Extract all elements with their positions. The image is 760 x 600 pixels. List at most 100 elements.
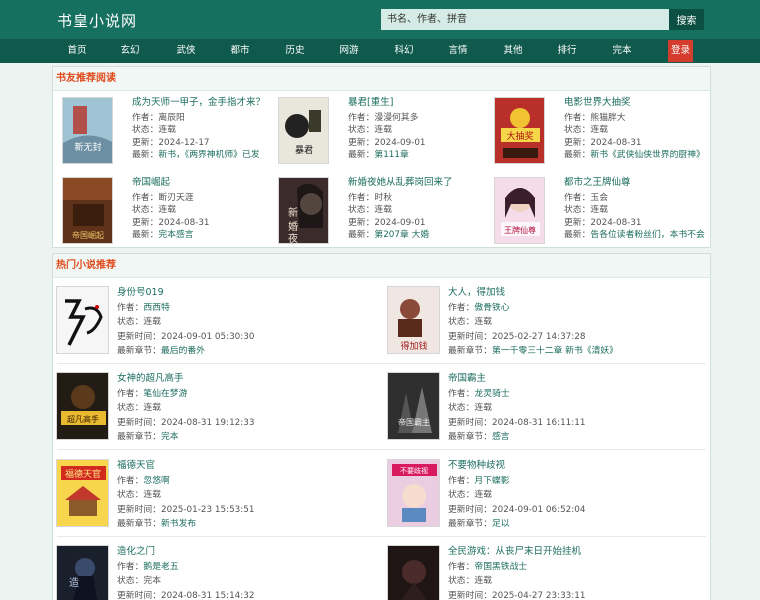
svg-text:得加钱: 得加钱 bbox=[400, 340, 427, 352]
book-author[interactable]: 西西特 bbox=[143, 303, 169, 313]
book-latest-chapter[interactable]: 最后的番外 bbox=[161, 346, 205, 356]
book-latest-chapter[interactable]: 告各位读者粉丝们，本书不会 bbox=[590, 230, 704, 240]
update-label: 更新： bbox=[564, 217, 591, 228]
status-label: 状态： bbox=[564, 205, 591, 215]
book-status: 连载 bbox=[143, 490, 162, 501]
book-cover[interactable]: 大抽奖 bbox=[494, 97, 545, 164]
book-author[interactable]: 傲骨铁心 bbox=[474, 303, 509, 313]
search-input[interactable] bbox=[381, 9, 670, 30]
book-title[interactable]: 大人，得加钱 bbox=[448, 286, 618, 301]
book-title[interactable]: 都市之王牌仙尊 bbox=[564, 177, 705, 190]
book-cover[interactable]: 福德天官 bbox=[56, 459, 109, 527]
book-title[interactable]: 新婚夜她从乱葬岗回来了 bbox=[348, 177, 453, 190]
book-latest-chapter[interactable]: 新书，《两界神机师》已发 bbox=[158, 150, 259, 160]
latest-label: 最新： bbox=[564, 230, 591, 240]
hot-book-item: 超凡高手 女神的超凡高手 作者：笔仙在梦游 状态：连载 更新时间：2024-08… bbox=[56, 372, 376, 452]
book-title[interactable]: 女神的超凡高手 bbox=[117, 372, 254, 387]
login-button[interactable]: 登录 bbox=[668, 40, 693, 62]
nav-item-wangyou[interactable]: 网游 bbox=[329, 39, 369, 63]
book-update-time: 2024-08-31 15:14:32 bbox=[161, 590, 255, 600]
book-author: 漫漫何其多 bbox=[374, 112, 419, 123]
book-cover[interactable] bbox=[56, 286, 109, 354]
site-logo[interactable]: 书皇小说网 bbox=[57, 10, 137, 31]
latest-chapter-label: 最新章节： bbox=[117, 519, 161, 530]
book-title[interactable]: 福德天官 bbox=[117, 459, 254, 474]
hot-book-item: 身份号019 作者：西西特 状态：连载 更新时间：2024-09-01 05:3… bbox=[56, 286, 376, 366]
book-cover[interactable]: 造 bbox=[56, 545, 109, 600]
nav-item-home[interactable]: 首页 bbox=[57, 39, 97, 63]
hot-book-item: 帝国霸主 帝国霸主 作者：龙灵骑士 状态：连载 更新时间：2024-08-31 … bbox=[387, 372, 707, 452]
author-label: 作者： bbox=[448, 388, 475, 399]
author-label: 作者： bbox=[117, 388, 144, 399]
book-title[interactable]: 电影世界大抽奖 bbox=[564, 97, 705, 110]
book-cover[interactable]: 全民游戏 bbox=[387, 545, 440, 600]
book-title[interactable]: 身份号019 bbox=[117, 286, 254, 301]
book-cover[interactable]: 新婚夜 bbox=[278, 177, 329, 244]
book-cover[interactable]: 不要歧视 bbox=[387, 459, 440, 527]
latest-label: 最新： bbox=[564, 150, 591, 160]
book-author[interactable]: 忽悠啊 bbox=[143, 476, 169, 486]
book-title[interactable]: 成为天师一甲子，金手指才来？ bbox=[132, 97, 265, 110]
book-latest-chapter[interactable]: 第一千零三十二章 新书《清妖》 bbox=[492, 346, 618, 356]
book-author: 时秋 bbox=[374, 192, 393, 203]
nav-item-yanqing[interactable]: 言情 bbox=[438, 39, 478, 63]
nav-item-lishi[interactable]: 历史 bbox=[275, 39, 315, 63]
row-divider bbox=[57, 449, 706, 450]
nav-item-wanben[interactable]: 完本 bbox=[602, 39, 642, 63]
book-update: 2024-09-01 bbox=[374, 137, 426, 148]
book-cover[interactable]: 得加钱 bbox=[387, 286, 440, 354]
book-status: 连载 bbox=[474, 403, 493, 414]
svg-text:造: 造 bbox=[69, 576, 79, 589]
book-cover[interactable]: 超凡高手 bbox=[56, 372, 109, 440]
latest-label: 最新： bbox=[348, 230, 375, 240]
book-cover[interactable]: 新无封 bbox=[62, 97, 113, 164]
book-latest-chapter[interactable]: 新书《武侠仙侠世界的厨神》 bbox=[590, 150, 704, 160]
book-author[interactable]: 月下蝶影 bbox=[474, 476, 509, 486]
svg-text:不要歧视: 不要歧视 bbox=[400, 466, 428, 475]
book-latest-chapter[interactable]: 第111章 bbox=[374, 150, 408, 160]
update-time-label: 更新时间： bbox=[448, 504, 492, 515]
update-time-label: 更新时间： bbox=[117, 331, 161, 342]
nav-item-kehuan[interactable]: 科幻 bbox=[384, 39, 424, 63]
main-nav: 首页 玄幻 武侠 都市 历史 网游 科幻 言情 其他 排行 完本 登录 bbox=[0, 39, 760, 63]
nav-item-qita[interactable]: 其他 bbox=[493, 39, 533, 63]
book-update-time: 2025-01-23 15:53:51 bbox=[161, 504, 255, 515]
book-author[interactable]: 鹅是老五 bbox=[143, 562, 178, 572]
book-update: 2024-08-31 bbox=[590, 217, 642, 228]
book-cover[interactable]: 王牌仙尊 bbox=[494, 177, 545, 244]
book-author[interactable]: 龙灵骑士 bbox=[474, 389, 509, 399]
book-title[interactable]: 造化之门 bbox=[117, 545, 254, 560]
status-label: 状态： bbox=[348, 125, 375, 135]
update-time-label: 更新时间： bbox=[117, 504, 161, 515]
book-latest-chapter[interactable]: 足以 bbox=[492, 519, 510, 529]
book-cover[interactable]: 暴君 bbox=[278, 97, 329, 164]
recommend-panel: 书友推荐阅读 新无封 成为天师一甲子，金手指才来？ 作者：离辰阳 状态：连载 更… bbox=[52, 66, 711, 248]
nav-item-paihang[interactable]: 排行 bbox=[547, 39, 587, 63]
book-title[interactable]: 帝国崛起 bbox=[132, 177, 210, 190]
book-latest-chapter[interactable]: 第207章 大婚 bbox=[374, 230, 429, 240]
nav-item-xuanhuan[interactable]: 玄幻 bbox=[110, 39, 150, 63]
book-latest-chapter[interactable]: 感言 bbox=[492, 432, 510, 442]
book-cover[interactable]: 帝国霸主 bbox=[387, 372, 440, 440]
book-latest-chapter[interactable]: 完本 bbox=[161, 432, 179, 442]
book-latest-chapter[interactable]: 完本感言 bbox=[158, 230, 193, 240]
book-author[interactable]: 笔仙在梦游 bbox=[143, 389, 187, 399]
nav-item-dushi[interactable]: 都市 bbox=[220, 39, 260, 63]
book-cover[interactable]: 帝国崛起 bbox=[62, 177, 113, 244]
book-title[interactable]: 全民游戏：从丧尸末日开始挂机 bbox=[448, 545, 585, 560]
book-title[interactable]: 帝国霸主 bbox=[448, 372, 585, 387]
svg-text:夜: 夜 bbox=[288, 232, 298, 244]
book-author[interactable]: 帝国黑铁战士 bbox=[474, 562, 527, 572]
book-title[interactable]: 不要物种歧视 bbox=[448, 459, 585, 474]
book-latest-chapter[interactable]: 新书发布 bbox=[161, 519, 196, 529]
nav-item-wuxia[interactable]: 武侠 bbox=[166, 39, 206, 63]
search-button[interactable]: 搜索 bbox=[669, 9, 704, 30]
book-author: 离辰阳 bbox=[158, 112, 185, 123]
book-update-time: 2024-09-01 05:30:30 bbox=[161, 331, 255, 342]
book-author: 断刃天涯 bbox=[158, 192, 194, 203]
book-title[interactable]: 暴君[重生] bbox=[348, 97, 426, 110]
status-label: 状态： bbox=[117, 403, 144, 414]
status-label: 状态： bbox=[117, 576, 144, 587]
author-label: 作者： bbox=[132, 192, 159, 203]
status-label: 状态： bbox=[448, 403, 475, 414]
